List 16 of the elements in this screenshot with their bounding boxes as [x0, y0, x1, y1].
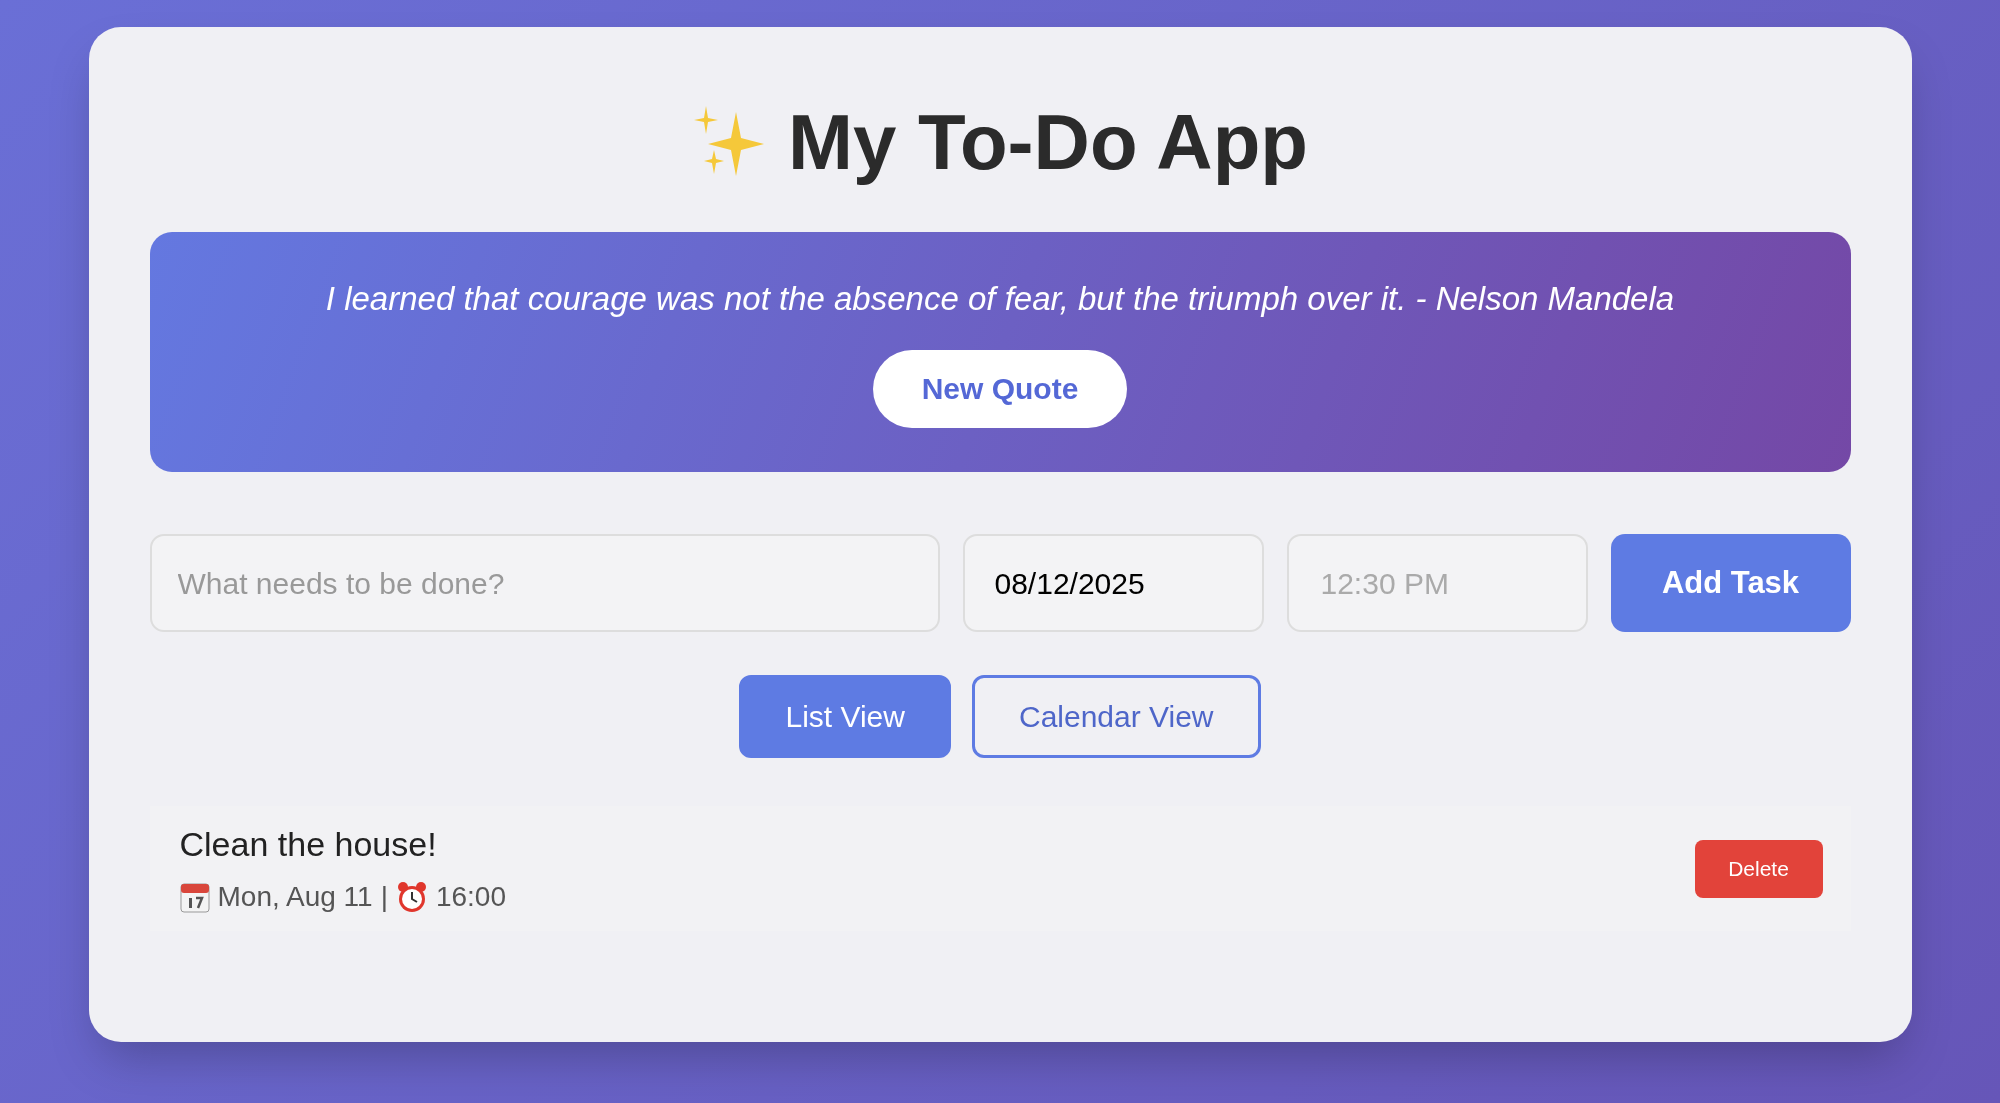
- task-time: 16:00: [435, 880, 506, 914]
- task-date: Mon, Aug 11: [217, 880, 373, 914]
- calendar-icon: [179, 881, 210, 913]
- view-tab[interactable]: List View: [739, 675, 951, 758]
- new-quote-button[interactable]: New Quote: [873, 349, 1127, 428]
- alarm-clock-icon: [395, 881, 428, 913]
- quote-text: I learned that courage was not the absence of fear, but the triumph over it. - Nelson Mandela: [325, 279, 1675, 319]
- date-input-field[interactable]: 08/12/2025: [962, 534, 1264, 632]
- separator: |: [380, 880, 388, 914]
- task-title: Clean the house!: [179, 824, 438, 865]
- app-title: My To-Do App: [788, 96, 1308, 188]
- view-tab[interactable]: Calendar View: [971, 675, 1261, 758]
- delete-button[interactable]: Delete: [1694, 839, 1823, 898]
- add-task-button[interactable]: Add Task: [1610, 534, 1851, 632]
- task-input-field[interactable]: What needs to be done?: [149, 534, 940, 632]
- time-input-field[interactable]: 12:30 PM: [1286, 534, 1588, 632]
